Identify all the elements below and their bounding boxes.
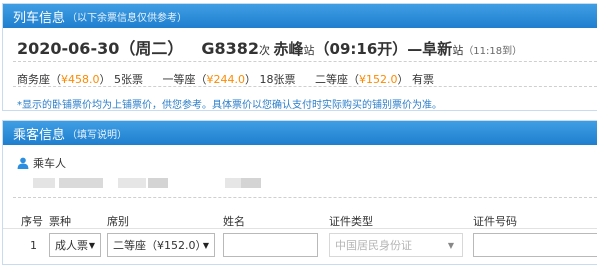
price-note: *显示的卧铺票价均为上铺票价，供您参考。具体票价以您确认支付时实际购买的铺别票价… (17, 100, 442, 111)
to-station: 阜新 (422, 40, 453, 58)
seat-class-select[interactable]: 二等座（¥152.0） ▼ (107, 233, 215, 257)
train-suffix: 次 (259, 44, 271, 57)
divider (13, 197, 597, 198)
seat-count: 18张票 (259, 73, 296, 86)
passenger-info-header: 乘客信息 （填写说明） (3, 121, 597, 145)
redacted-block (241, 178, 261, 188)
travel-weekday: （周二） (119, 39, 184, 58)
passenger-label-text: 乘车人 (33, 157, 66, 170)
name-input[interactable] (223, 233, 318, 257)
passenger-table-header: 序号 票种 席别 姓名 证件类型 证件号码 (3, 209, 597, 229)
dropdown-arrow-icon: ▼ (447, 240, 454, 250)
to-station-suffix: 站 (452, 44, 464, 57)
row-index: 1 (30, 239, 37, 252)
route-dash: — (407, 40, 423, 58)
user-icon (17, 157, 29, 169)
redacted-block (59, 178, 103, 188)
redacted-block (118, 178, 146, 188)
arrive-time: （11:18到） (463, 46, 523, 57)
from-station-suffix: 站 (303, 44, 315, 57)
train-number: G8382 (201, 39, 260, 58)
seat-availability: 商务座（¥458.0） 5张票 一等座（¥244.0） 18张票 二等座（¥15… (17, 71, 450, 87)
divider (3, 228, 597, 229)
seat-price: ¥152.0 (359, 73, 398, 86)
col-name: 姓名 (223, 215, 245, 228)
ticket-type-select[interactable]: 成人票 ▼ (49, 233, 101, 257)
id-type-select[interactable]: 中国居民身份证 ▼ (329, 233, 463, 257)
col-index: 序号 (21, 215, 43, 228)
seat-second-class: 二等座（¥152.0） 有票 (315, 73, 434, 86)
travel-date: 2020-06-30 (17, 39, 120, 58)
seat-first-class: 一等座（¥244.0） 18张票 (162, 73, 296, 86)
passenger-info-panel: 乘客信息 （填写说明） 乘车人 序号 票种 席别 姓名 证件类型 证件号码 1 … (2, 120, 597, 265)
seat-business: 商务座（¥458.0） 5张票 (17, 73, 143, 86)
train-summary: 2020-06-30（周二） G8382次 赤峰站（09:16开）—阜新站（11:… (17, 35, 522, 59)
passenger-label: 乘车人 (17, 155, 66, 171)
redacted-block (225, 178, 241, 188)
col-seat-class: 席别 (107, 215, 129, 228)
divider (13, 61, 597, 62)
passenger-info-title: 乘客信息 (13, 127, 66, 143)
seat-price: ¥458.0 (61, 73, 100, 86)
seat-count: 5张票 (114, 73, 143, 86)
divider (13, 86, 597, 87)
col-id-number: 证件号码 (473, 215, 517, 228)
seat-count: 有票 (412, 73, 434, 86)
id-number-input[interactable] (473, 233, 597, 257)
train-info-header: 列车信息 （以下余票信息仅供参考） (3, 4, 597, 28)
depart-time: （09:16开） (314, 40, 408, 58)
dropdown-arrow-icon: ▼ (202, 240, 209, 250)
train-info-subtitle: （以下余票信息仅供参考） (67, 12, 188, 24)
fill-instructions-link[interactable]: （填写说明） (67, 126, 127, 141)
from-station: 赤峰 (273, 40, 304, 58)
redacted-block (148, 178, 168, 188)
redacted-block (33, 178, 55, 188)
train-info-title: 列车信息 (13, 10, 66, 26)
col-ticket-type: 票种 (49, 215, 71, 228)
dropdown-arrow-icon: ▼ (88, 240, 95, 250)
col-id-type: 证件类型 (329, 215, 373, 228)
seat-price: ¥244.0 (206, 73, 246, 86)
train-info-panel: 列车信息 （以下余票信息仅供参考） 2020-06-30（周二） G8382次 赤… (2, 3, 597, 111)
